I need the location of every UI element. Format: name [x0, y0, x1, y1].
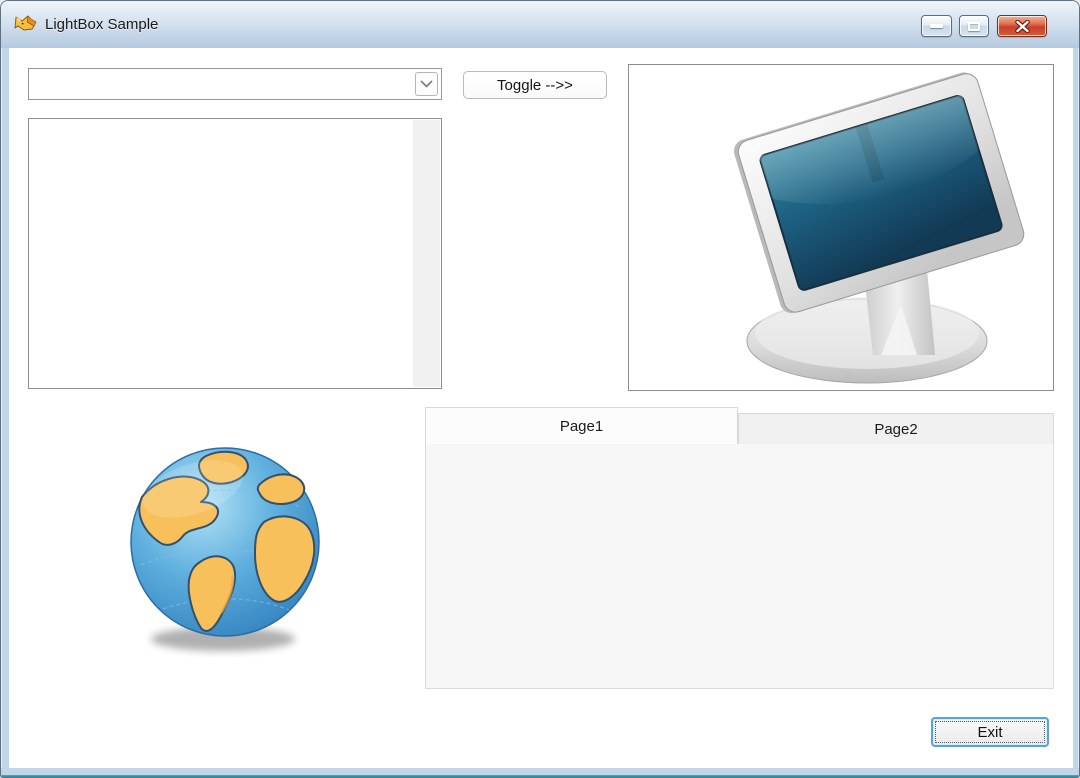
lightbox-combobox[interactable] — [28, 68, 442, 100]
maximize-icon — [968, 21, 980, 31]
close-icon — [1014, 19, 1030, 33]
app-window: LightBox Sample Toggle -->> Page1 Page2 … — [0, 0, 1080, 778]
vertical-scrollbar[interactable] — [413, 120, 440, 387]
globe-picturebox — [121, 443, 341, 657]
tab-page1-label: Page1 — [559, 417, 604, 435]
earth-globe-image — [130, 447, 320, 651]
window-frame-bottom — [1, 768, 1079, 775]
tab-page2-label: Page2 — [874, 420, 918, 438]
minimize-icon — [930, 24, 943, 28]
fox-icon — [14, 15, 37, 31]
computer-monitor-image — [733, 72, 1025, 384]
tab-page-content — [425, 443, 1054, 689]
toggle-button[interactable]: Toggle -->> — [463, 71, 607, 99]
combobox-input[interactable] — [29, 69, 441, 99]
maximize-button[interactable] — [959, 15, 989, 37]
title-bar: LightBox Sample — [1, 1, 1079, 48]
monitor-picturebox — [628, 64, 1054, 391]
chevron-down-icon — [420, 80, 433, 88]
page-frame: Page1 Page2 — [425, 407, 1054, 689]
lightbox-listbox[interactable] — [28, 118, 442, 389]
tab-page2[interactable]: Page2 — [738, 413, 1054, 444]
client-area: Toggle -->> Page1 Page2 Exit — [9, 48, 1073, 768]
minimize-button[interactable] — [921, 15, 952, 37]
exit-button[interactable]: Exit — [931, 717, 1049, 747]
window-title: LightBox Sample — [45, 16, 159, 33]
tab-page1[interactable]: Page1 — [425, 407, 738, 444]
combo-dropdown-button[interactable] — [415, 72, 438, 96]
close-button[interactable] — [997, 15, 1047, 37]
